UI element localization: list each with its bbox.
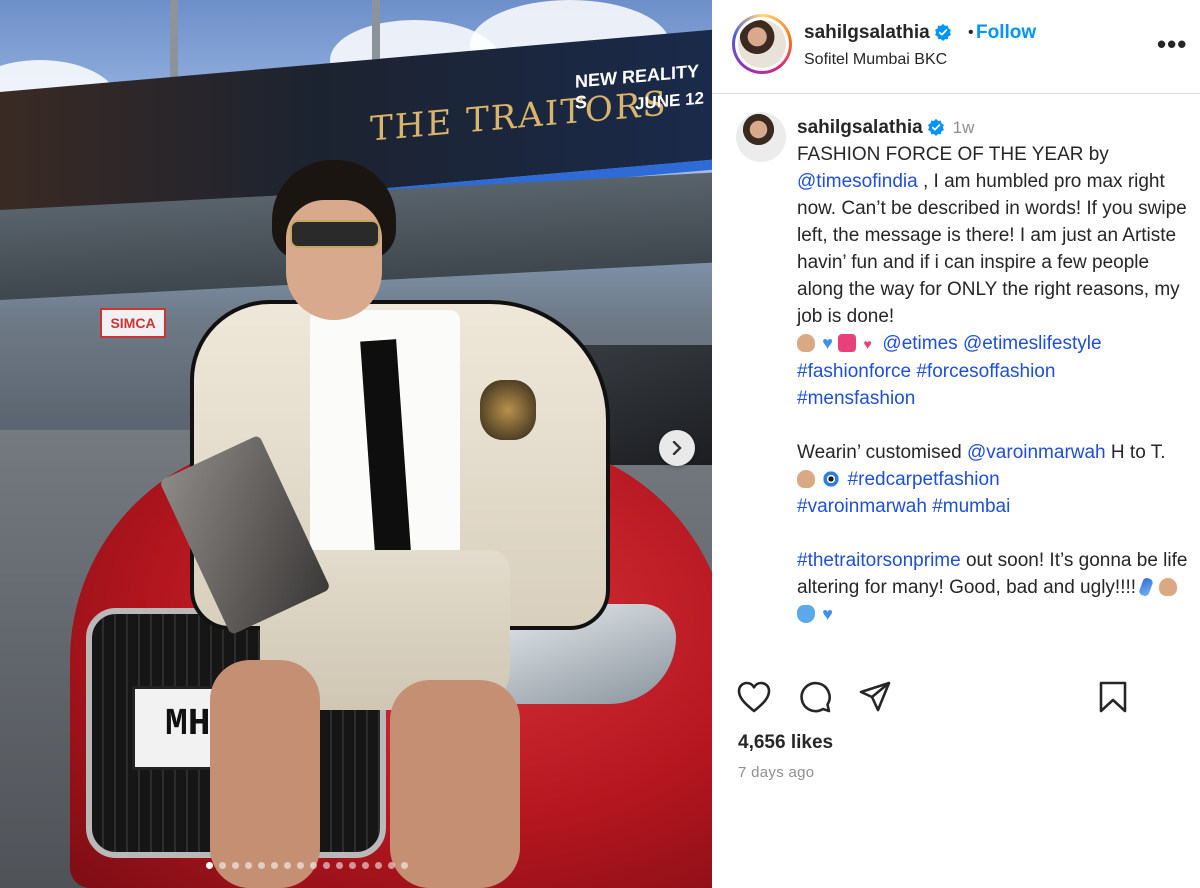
hashtag-link[interactable]: #mumbai: [932, 496, 1010, 517]
caption-text: sahilgsalathia 1w FASHION FORCE OF THE YE…: [797, 114, 1189, 628]
verified-icon: [934, 23, 951, 41]
caption-avatar[interactable]: [736, 112, 786, 162]
carousel-dot: [284, 862, 291, 869]
hashtag-link[interactable]: #redcarpetfashion: [848, 469, 1000, 490]
person: [159, 160, 610, 888]
carousel-dot: [401, 862, 408, 869]
verified-icon: [927, 118, 944, 136]
follow-button[interactable]: Follow: [976, 22, 1036, 44]
carousel-next-button[interactable]: [659, 430, 695, 466]
post-media[interactable]: THE TRAITORS NEW REALITY S JUNE 12 SIMCA…: [0, 0, 712, 888]
carousel-dot: [245, 862, 252, 869]
pink-emoji-icon: [838, 334, 857, 352]
post-timestamp[interactable]: 7 days ago: [738, 764, 814, 781]
caption-area: sahilgsalathia 1w FASHION FORCE OF THE YE…: [712, 94, 1200, 654]
caption-line: Wearin’ customised: [797, 442, 968, 463]
pink-heart-icon: ♥: [863, 336, 872, 352]
hamsa-icon: [797, 605, 815, 623]
mention-link[interactable]: @varoinmarwah: [967, 442, 1106, 463]
flexed-arm-icon: [797, 334, 815, 352]
header-username[interactable]: sahilgsalathia: [804, 22, 952, 44]
sunglasses: [290, 220, 380, 248]
leg: [210, 660, 320, 888]
carousel-dot: [206, 862, 213, 869]
caption-time[interactable]: 1w: [953, 118, 975, 137]
blue-heart-icon: ♥: [822, 333, 833, 353]
avatar: [738, 20, 786, 68]
post-actions: 4,656 likes 7 days ago: [712, 666, 1200, 816]
hashtag-link[interactable]: #forcesoffashion: [916, 361, 1055, 382]
carousel-indicator: [206, 862, 408, 872]
separator-dot: •: [968, 24, 974, 41]
caption-line: , I am humbled pro max right now. Can’t …: [797, 171, 1192, 327]
blazer-crest: [480, 380, 536, 440]
carousel-dot: [310, 862, 317, 869]
carousel-dot: [388, 862, 395, 869]
carousel-dot: [271, 862, 278, 869]
share-icon[interactable]: [858, 680, 892, 714]
carousel-dot: [349, 862, 356, 869]
mention-link[interactable]: @timesofindia: [797, 171, 918, 192]
carousel-dot: [219, 862, 226, 869]
carousel-dot: [258, 862, 265, 869]
carousel-dot: [375, 862, 382, 869]
comment-icon[interactable]: [798, 680, 832, 714]
hashtag-link[interactable]: #thetraitorsonprime: [797, 550, 961, 571]
hashtag-link[interactable]: #varoinmarwah: [797, 496, 927, 517]
caption-username[interactable]: sahilgsalathia: [797, 117, 923, 138]
carousel-dot: [323, 862, 330, 869]
story-ring[interactable]: [732, 14, 792, 74]
username-text[interactable]: sahilgsalathia: [804, 22, 930, 43]
flexed-arm-icon: [797, 470, 815, 488]
carousel-dot: [232, 862, 239, 869]
caption-line: FASHION FORCE OF THE YEAR by: [797, 144, 1109, 165]
likes-count[interactable]: 4,656 likes: [738, 732, 833, 754]
post-header: sahilgsalathia • Follow Sofitel Mumbai B…: [712, 0, 1200, 92]
mention-link[interactable]: @etimeslifestyle: [963, 333, 1102, 354]
location-link[interactable]: Sofitel Mumbai BKC: [804, 51, 947, 69]
chevron-right-icon: [672, 441, 682, 455]
mention-link[interactable]: @etimes: [882, 333, 957, 354]
store-sign: SIMCA: [100, 308, 166, 338]
blue-heart-icon: ♥: [822, 604, 833, 624]
face: [286, 200, 382, 320]
hashtag-link[interactable]: #fashionforce: [797, 361, 911, 382]
post-sidebar: sahilgsalathia • Follow Sofitel Mumbai B…: [712, 0, 1200, 888]
carousel-dot: [297, 862, 304, 869]
more-options-button[interactable]: •••: [1157, 31, 1187, 57]
hashtag-link[interactable]: #mensfashion: [797, 388, 915, 409]
bookmark-icon[interactable]: [1098, 680, 1128, 714]
carousel-dot: [336, 862, 343, 869]
heart-icon[interactable]: [736, 680, 772, 714]
carousel-dot: [362, 862, 369, 869]
leg: [390, 680, 520, 888]
caption-line: H to T.: [1105, 442, 1171, 463]
flexed-arm-icon: [1158, 578, 1177, 596]
nazar-amulet-icon: [822, 470, 841, 488]
more-icon: •••: [1157, 29, 1188, 59]
